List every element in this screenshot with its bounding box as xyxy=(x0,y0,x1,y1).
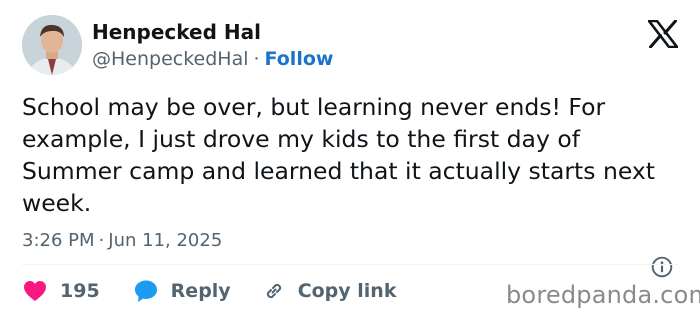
tweet-card: Henpecked Hal @HenpeckedHal · Follow Schoo… xyxy=(0,0,700,318)
avatar[interactable] xyxy=(22,15,82,75)
like-count: 195 xyxy=(60,280,100,302)
author-handle-row: @HenpeckedHal · Follow xyxy=(92,47,333,71)
handle-separator: · xyxy=(253,48,260,70)
like-button[interactable]: 195 xyxy=(23,280,100,302)
watermark: boredpanda.com xyxy=(506,281,700,309)
heart-icon xyxy=(24,281,46,301)
reply-button[interactable]: Reply xyxy=(134,279,231,303)
copy-link-label: Copy link xyxy=(297,280,397,302)
divider xyxy=(22,264,678,265)
tweet-text: School may be over, but learning never e… xyxy=(22,93,656,217)
reply-bubble-icon xyxy=(134,280,157,302)
info-icon[interactable] xyxy=(651,256,673,278)
timestamp-separator: · xyxy=(98,230,105,251)
tweet-date: Jun 11, 2025 xyxy=(108,230,223,251)
x-logo-icon[interactable] xyxy=(647,19,679,49)
author-handle[interactable]: @HenpeckedHal xyxy=(92,48,249,70)
avatar-image xyxy=(22,15,82,75)
follow-button[interactable]: Follow xyxy=(265,48,334,70)
tweet-time: 3:26 PM xyxy=(22,230,95,251)
copy-link-button[interactable]: Copy link xyxy=(263,280,397,302)
link-icon xyxy=(266,283,281,299)
tweet-actions: 195 Reply Copy link xyxy=(22,277,396,305)
tweet-timestamp[interactable]: 3:26 PM · Jun 11, 2025 xyxy=(22,229,222,253)
reply-label: Reply xyxy=(170,280,231,302)
author-name[interactable]: Henpecked Hal xyxy=(92,20,261,44)
